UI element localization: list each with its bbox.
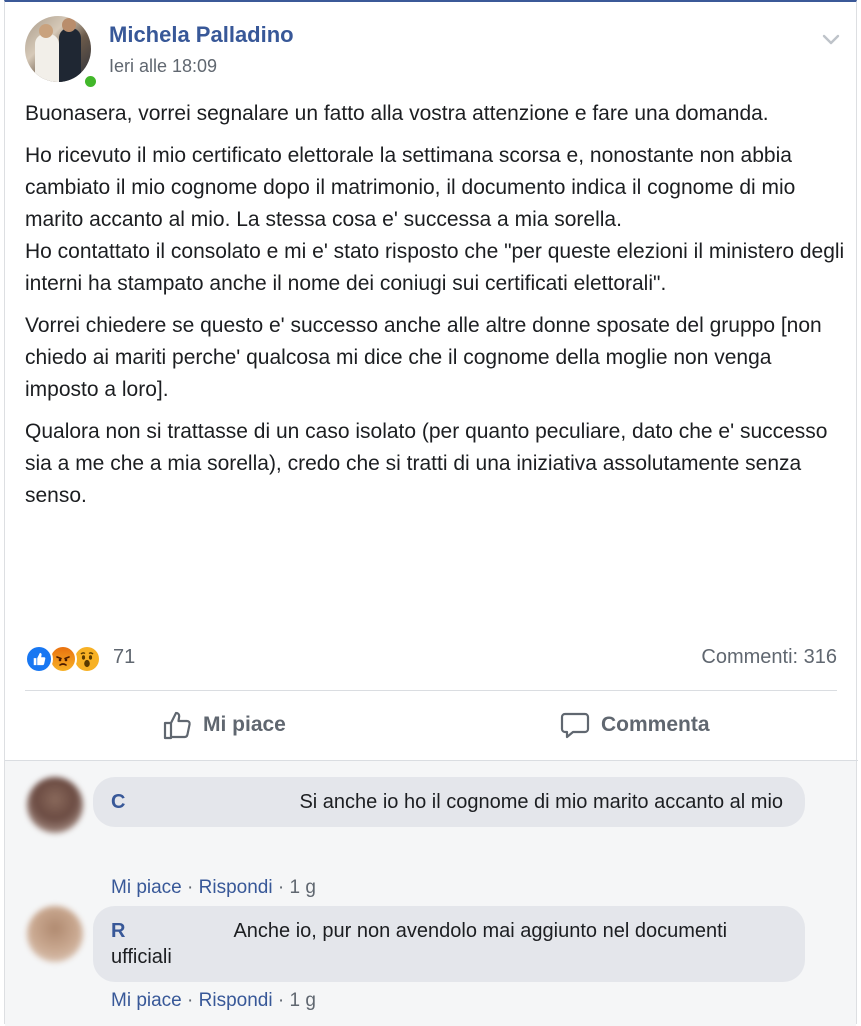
reaction-icons[interactable] <box>25 645 109 673</box>
comment-bubble: C Si anche io ho il cognome di mio marito… <box>93 777 805 827</box>
commenter-avatar[interactable] <box>27 906 83 962</box>
commenter-name[interactable]: C <box>111 791 125 813</box>
post-card: Michela Palladino Ieri alle 18:09 Buonas… <box>4 0 858 1026</box>
comment-meta: Mi piace · Rispondi · 1 g <box>111 877 316 898</box>
comment-bubble-icon <box>560 712 590 739</box>
angry-icon <box>49 645 77 673</box>
comments-count[interactable]: Commenti: 316 <box>701 646 837 669</box>
post-paragraph: Ho ricevuto il mio certificato elettoral… <box>25 144 845 295</box>
reactions-bar: 71 Commenti: 316 <box>25 642 837 676</box>
divider <box>25 690 837 691</box>
comment-bubble: R Anche io, pur non avendolo mai aggiunto… <box>93 906 805 982</box>
comment-like-link[interactable]: Mi piace <box>111 990 182 1011</box>
post-header: Michela Palladino Ieri alle 18:09 <box>25 16 840 89</box>
comment-age[interactable]: 1 g <box>289 877 315 898</box>
comment-like-link[interactable]: Mi piace <box>111 877 182 898</box>
comment-reply-link[interactable]: Rispondi <box>199 877 273 898</box>
reaction-count[interactable]: 71 <box>113 646 135 669</box>
like-button[interactable]: Mi piace <box>161 692 286 758</box>
thumbs-up-icon <box>163 711 191 740</box>
like-icon <box>25 645 53 673</box>
post-actions: Mi piace Commenta <box>25 692 837 758</box>
post-paragraph: Qualora non si trattasse di un caso isol… <box>25 420 828 507</box>
comment-text: Si anche io ho il cognome di mio marito … <box>299 791 784 813</box>
comments-section: C Si anche io ho il cognome di mio marito… <box>5 761 856 1026</box>
author-name[interactable]: Michela Palladino <box>109 22 294 48</box>
post-paragraph: Buonasera, vorrei segnalare un fatto all… <box>25 102 769 125</box>
comment-age[interactable]: 1 g <box>289 990 315 1011</box>
author-avatar[interactable] <box>25 16 91 82</box>
commenter-avatar[interactable] <box>27 777 83 833</box>
wow-icon <box>73 645 101 673</box>
online-status-indicator <box>83 74 98 89</box>
comment-reply-link[interactable]: Rispondi <box>199 990 273 1011</box>
comment-button-label: Commenta <box>601 713 710 736</box>
comment-meta: Mi piace · Rispondi · 1 g <box>111 990 316 1011</box>
comment-button[interactable]: Commenta <box>559 692 710 758</box>
post-timestamp[interactable]: Ieri alle 18:09 <box>109 56 217 77</box>
comment-text: Anche io, pur non avendolo mai aggiunto … <box>111 920 728 968</box>
commenter-name[interactable]: R <box>111 920 125 942</box>
post-body: Buonasera, vorrei segnalare un fatto all… <box>25 98 845 522</box>
like-button-label: Mi piace <box>203 713 286 736</box>
post-paragraph: Vorrei chiedere se questo e' successo an… <box>25 314 822 401</box>
chevron-down-icon[interactable] <box>822 34 840 46</box>
